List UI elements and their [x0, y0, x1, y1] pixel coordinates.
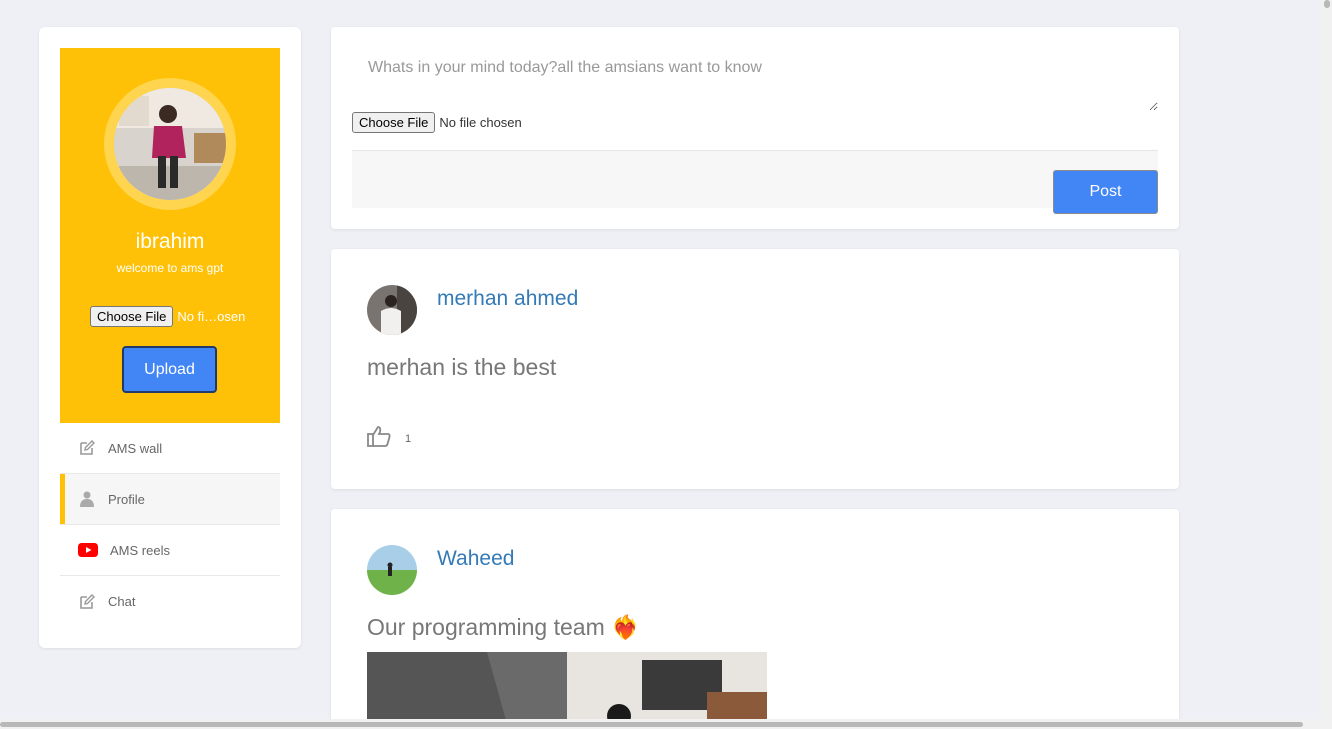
profile-card: ibrahim welcome to ams gpt Choose File N…	[60, 48, 280, 423]
choose-file-button[interactable]: Choose File	[90, 306, 174, 327]
post-text: merhan is the best	[367, 354, 557, 380]
edit-icon	[78, 593, 96, 611]
sidebar-item-label: Profile	[108, 491, 145, 507]
sidebar-item-profile[interactable]: Profile	[60, 474, 280, 525]
post-author-avatar[interactable]	[367, 285, 417, 335]
profile-username: ibrahim	[135, 230, 205, 253]
avatar-photo	[114, 88, 226, 200]
vertical-scrollbar-thumb[interactable]	[1324, 0, 1330, 8]
vertical-scrollbar[interactable]	[1321, 0, 1332, 719]
avatar[interactable]	[114, 88, 226, 200]
post-author-avatar[interactable]	[367, 545, 417, 595]
profile-file-picker: Choose File No fi…osen	[90, 306, 245, 327]
sidebar-item-ams-reels[interactable]: AMS reels	[60, 525, 280, 576]
file-status: No fi…osen	[177, 309, 246, 324]
like-count: 1	[405, 432, 412, 445]
feed-post: Waheed Our programming team ❤️‍🔥	[331, 509, 1179, 729]
thumbs-up-icon[interactable]	[367, 424, 391, 453]
profile-welcome: welcome to ams gpt	[116, 261, 224, 275]
post-author-name[interactable]: Waheed	[437, 547, 514, 571]
avatar-ring	[104, 78, 236, 210]
sidebar-item-label: AMS reels	[110, 542, 170, 558]
file-status: No file chosen	[439, 115, 522, 130]
sidebar-item-chat[interactable]: Chat	[60, 576, 280, 627]
like-row: 1	[367, 424, 411, 453]
composer-file-picker: Choose File No file chosen	[352, 112, 522, 133]
post-composer: Choose File No file chosen Post	[331, 27, 1179, 229]
composer-footer	[352, 150, 1158, 208]
sidebar-item-label: Chat	[108, 594, 136, 609]
sidebar: ibrahim welcome to ams gpt Choose File N…	[39, 27, 301, 648]
upload-button[interactable]: Upload	[122, 346, 217, 393]
youtube-icon	[78, 541, 98, 559]
sidebar-item-label: AMS wall	[108, 440, 163, 456]
horizontal-scrollbar-thumb[interactable]	[0, 722, 1303, 727]
post-image[interactable]	[367, 652, 767, 729]
horizontal-scrollbar[interactable]	[0, 719, 1332, 729]
choose-file-button[interactable]: Choose File	[352, 112, 436, 133]
post-button[interactable]: Post	[1053, 170, 1158, 214]
sidebar-item-ams-wall[interactable]: AMS wall	[60, 423, 280, 474]
post-author-name[interactable]: merhan ahmed	[437, 287, 578, 311]
feed-post: merhan ahmed merhan is the best 1	[331, 249, 1179, 489]
post-text-input[interactable]	[352, 47, 1158, 111]
user-icon	[78, 490, 96, 508]
post-text: Our programming team ❤️‍🔥	[367, 614, 640, 640]
sidebar-nav: AMS wall Profile AMS reels Chat	[60, 423, 280, 627]
edit-icon	[78, 439, 96, 457]
